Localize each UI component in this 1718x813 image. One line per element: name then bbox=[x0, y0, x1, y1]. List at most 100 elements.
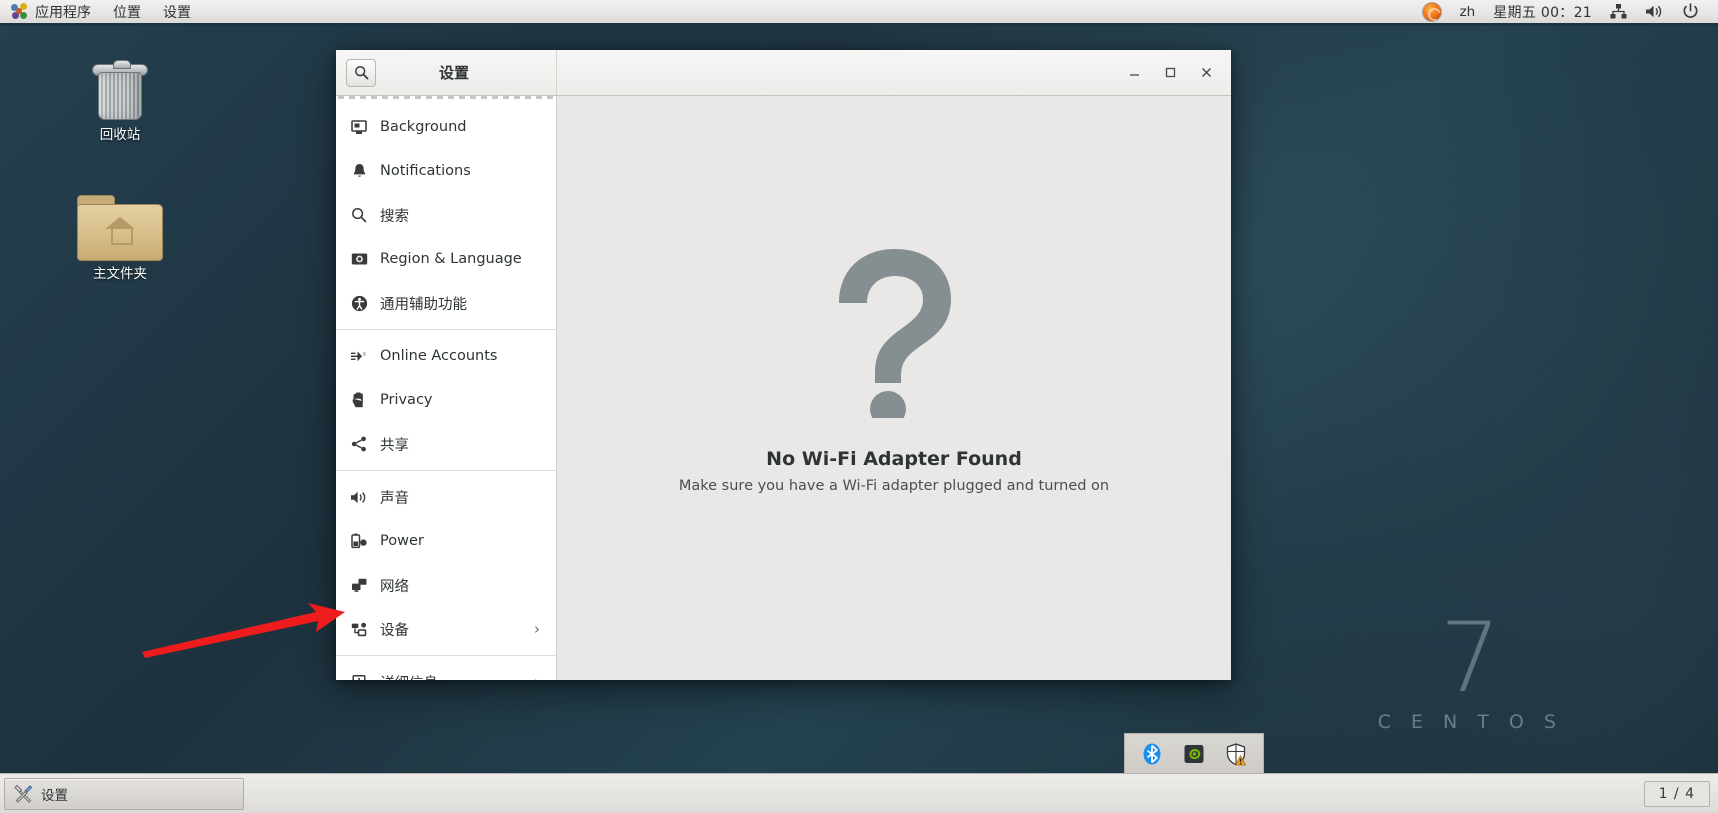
sidebar-separator bbox=[336, 470, 556, 471]
sidebar-item-label: 详细信息 bbox=[380, 672, 534, 681]
sidebar-item-label: Background bbox=[380, 119, 467, 135]
centos-wordmark: C E N T O S bbox=[1377, 711, 1563, 733]
top-panel-status-area: zh 星期五 00：21 bbox=[1413, 0, 1718, 23]
places-menu[interactable]: 位置 bbox=[102, 0, 152, 23]
sidebar-item-universal-access[interactable]: 通用辅助功能 bbox=[336, 281, 556, 325]
window-title: 设置 bbox=[438, 64, 469, 82]
share-icon bbox=[348, 434, 370, 454]
content-area: No Wi-Fi Adapter Found Make sure you hav… bbox=[557, 96, 1231, 680]
top-panel-left-menus: 应用程序 位置 设置 bbox=[0, 0, 202, 25]
desktop-icon-trash[interactable]: 回收站 bbox=[60, 60, 180, 145]
clock[interactable]: 星期五 00：21 bbox=[1484, 0, 1601, 23]
sidebar-item-label: Power bbox=[380, 533, 424, 549]
network-indicator[interactable] bbox=[1601, 0, 1636, 23]
sidebar-item-label: 通用辅助功能 bbox=[380, 296, 467, 313]
applications-menu[interactable]: 应用程序 bbox=[0, 0, 102, 23]
sidebar-item-devices[interactable]: 设备 › bbox=[336, 607, 556, 651]
maximize-icon bbox=[1165, 67, 1175, 78]
bluetooth-icon[interactable] bbox=[1141, 742, 1163, 766]
system-tray bbox=[1124, 733, 1264, 773]
folder-home-icon bbox=[77, 195, 163, 261]
no-wifi-title: No Wi-Fi Adapter Found bbox=[766, 447, 1022, 470]
close-icon bbox=[1201, 68, 1211, 77]
sidebar-item-label: Region & Language bbox=[380, 251, 522, 267]
settings-menu-label: 设置 bbox=[163, 4, 191, 21]
power-icon bbox=[1683, 3, 1698, 18]
clock-label: 星期五 00：21 bbox=[1493, 4, 1592, 21]
desktop-icon-home-folder[interactable]: 主文件夹 bbox=[60, 195, 180, 284]
sidebar-item-details[interactable]: 详细信息 › bbox=[336, 660, 556, 680]
centos-version-number: 7 bbox=[1439, 601, 1501, 714]
chevron-right-icon: › bbox=[534, 673, 540, 680]
sidebar-list: Background Notifications 搜索 Region & Lan… bbox=[336, 99, 556, 680]
sidebar-separator bbox=[336, 329, 556, 330]
settings-window: 设置 Background Notifications 搜索 Region & … bbox=[336, 50, 1231, 680]
close-button[interactable] bbox=[1189, 58, 1223, 88]
taskbar-window-settings[interactable]: 设置 bbox=[4, 777, 244, 810]
top-panel: 应用程序 位置 设置 zh 星期五 00：21 bbox=[0, 0, 1718, 26]
sidebar-item-label: 共享 bbox=[380, 437, 409, 454]
chevron-right-icon: › bbox=[534, 620, 540, 638]
sidebar-item-notifications[interactable]: Notifications bbox=[336, 149, 556, 193]
settings-menu[interactable]: 设置 bbox=[152, 0, 202, 23]
sidebar-item-label: 搜索 bbox=[380, 208, 409, 225]
maximize-button[interactable] bbox=[1153, 58, 1187, 88]
window-body: Background Notifications 搜索 Region & Lan… bbox=[336, 96, 1231, 680]
monitor-icon bbox=[348, 117, 370, 137]
sidebar-item-label: Online Accounts bbox=[380, 348, 498, 364]
speaker-icon bbox=[348, 487, 370, 507]
desktop-icon-trash-label: 回收站 bbox=[99, 127, 141, 143]
workspace-indicator[interactable]: 1 / 4 bbox=[1643, 780, 1710, 807]
volume-icon bbox=[1646, 5, 1662, 18]
settings-sidebar[interactable]: Background Notifications 搜索 Region & Lan… bbox=[336, 96, 557, 680]
security-shield-warning-icon[interactable] bbox=[1225, 742, 1247, 766]
sidebar-item-online-accounts[interactable]: s Online Accounts bbox=[336, 334, 556, 378]
keyboard-layout-label: zh bbox=[1459, 3, 1476, 20]
sidebar-item-label: 网络 bbox=[380, 578, 409, 595]
trash-icon bbox=[92, 60, 148, 122]
sidebar-item-sound[interactable]: 声音 bbox=[336, 475, 556, 519]
titlebar-left-section: 设置 bbox=[336, 50, 557, 95]
firefox-indicator[interactable] bbox=[1413, 0, 1451, 23]
applications-menu-label: 应用程序 bbox=[35, 4, 91, 21]
search-icon bbox=[348, 205, 370, 225]
taskbar-window-label: 设置 bbox=[41, 787, 68, 804]
minimize-button[interactable] bbox=[1117, 58, 1151, 88]
places-menu-label: 位置 bbox=[113, 4, 141, 21]
nvidia-icon[interactable] bbox=[1183, 742, 1205, 766]
minimize-icon bbox=[1129, 74, 1139, 76]
firefox-icon bbox=[1421, 1, 1442, 22]
sidebar-item-label: Notifications bbox=[380, 163, 471, 179]
power-menu[interactable] bbox=[1673, 0, 1708, 23]
svg-text:s: s bbox=[363, 351, 366, 357]
search-button[interactable] bbox=[346, 58, 376, 87]
question-mark-icon bbox=[809, 243, 979, 427]
network-icon bbox=[1610, 4, 1627, 19]
flag-icon bbox=[348, 249, 370, 269]
sidebar-separator bbox=[336, 655, 556, 656]
volume-indicator[interactable] bbox=[1636, 0, 1673, 23]
battery-icon bbox=[348, 531, 370, 551]
devices-icon bbox=[348, 619, 370, 639]
centos-watermark: 7 C E N T O S bbox=[1377, 601, 1563, 733]
sidebar-item-sharing[interactable]: 共享 bbox=[336, 422, 556, 466]
sidebar-item-privacy[interactable]: Privacy bbox=[336, 378, 556, 422]
sidebar-item-power[interactable]: Power bbox=[336, 519, 556, 563]
hand-icon bbox=[348, 390, 370, 410]
search-icon bbox=[354, 66, 368, 80]
red-arrow-annotation bbox=[142, 603, 345, 658]
online-accounts-icon: s bbox=[348, 346, 370, 366]
sidebar-item-network[interactable]: 网络 bbox=[336, 563, 556, 607]
sidebar-item-search[interactable]: 搜索 bbox=[336, 193, 556, 237]
info-icon bbox=[348, 672, 370, 680]
desktop-icon-home-folder-label: 主文件夹 bbox=[93, 266, 147, 282]
sidebar-item-label: 声音 bbox=[380, 490, 409, 507]
sidebar-item-background[interactable]: Background bbox=[336, 105, 556, 149]
accessibility-icon bbox=[348, 293, 370, 313]
keyboard-layout-indicator[interactable]: zh bbox=[1451, 0, 1485, 23]
applications-icon bbox=[11, 3, 28, 20]
taskbar: 设置 1 / 4 bbox=[0, 773, 1718, 813]
sidebar-item-region-language[interactable]: Region & Language bbox=[336, 237, 556, 281]
window-titlebar: 设置 bbox=[336, 50, 1231, 96]
window-controls bbox=[557, 50, 1231, 95]
